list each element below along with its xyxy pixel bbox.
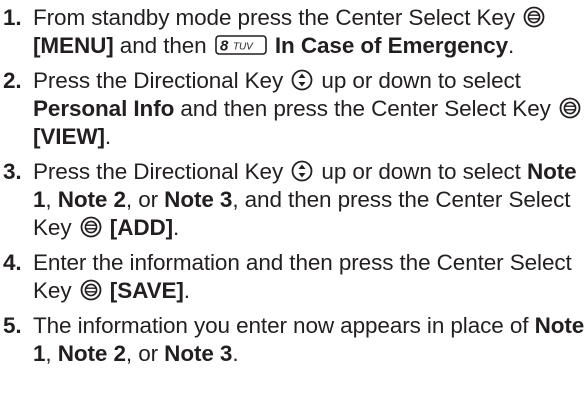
instruction-steps: 1. From standby mode press the Center Se… <box>0 0 587 368</box>
menu-item-note-3: Note 3 <box>164 187 233 212</box>
center-select-key-icon <box>523 6 545 28</box>
center-select-key-icon <box>80 216 102 238</box>
add-softkey-label: [ADD] <box>109 215 174 240</box>
step-text: From standby mode press the Center Selec… <box>33 5 515 30</box>
step-text: . <box>232 341 239 366</box>
center-select-key-icon <box>559 97 581 119</box>
menu-item-in-case-of-emergency: In Case of Emergency <box>274 33 508 58</box>
keypad-letters: TUV <box>233 42 254 53</box>
step-text: , <box>45 187 52 212</box>
step-text: Press the Directional Key <box>33 159 284 184</box>
step-number: 1. <box>3 5 22 30</box>
center-select-key-icon <box>80 279 102 301</box>
menu-softkey-label: [MENU] <box>33 33 114 58</box>
step-text: Press the Directional Key <box>33 68 284 93</box>
step-text: , or <box>125 187 159 212</box>
step-text: and then press the Center Select Key <box>180 96 551 121</box>
step-5: 5. The information you enter now appears… <box>3 312 587 368</box>
step-number: 3. <box>3 159 22 184</box>
directional-key-icon <box>291 69 313 91</box>
directional-key-icon <box>291 160 313 182</box>
step-text: The information you enter now appears in… <box>33 313 529 338</box>
step-4: 4. Enter the information and then press … <box>3 249 587 305</box>
step-text: up or down to select <box>321 68 521 93</box>
step-1: 1. From standby mode press the Center Se… <box>3 4 587 60</box>
menu-item-note-2: Note 2 <box>57 341 126 366</box>
step-text: up or down to select <box>321 159 521 184</box>
menu-item-note-2: Note 2 <box>57 187 126 212</box>
step-3: 3. Press the Directional Key up or down … <box>3 158 587 242</box>
step-text: and then <box>119 33 207 58</box>
step-text: . <box>183 278 190 303</box>
step-text: . <box>173 215 180 240</box>
step-number: 2. <box>3 68 22 93</box>
step-text: . <box>104 124 112 149</box>
step-text: . <box>508 33 515 58</box>
view-softkey-label: [VIEW] <box>33 124 105 149</box>
menu-item-personal-info: Personal Info <box>33 96 175 121</box>
keypad-8-tuv-icon: 8 TUV <box>214 34 267 56</box>
step-2: 2. Press the Directional Key up or down … <box>3 67 587 151</box>
step-text: , <box>45 341 52 366</box>
step-number: 4. <box>3 250 22 275</box>
step-text: , or <box>125 341 159 366</box>
keypad-digit: 8 <box>220 38 229 55</box>
menu-item-note-3: Note 3 <box>164 341 233 366</box>
step-number: 5. <box>3 313 22 338</box>
save-softkey-label: [SAVE] <box>109 278 184 303</box>
